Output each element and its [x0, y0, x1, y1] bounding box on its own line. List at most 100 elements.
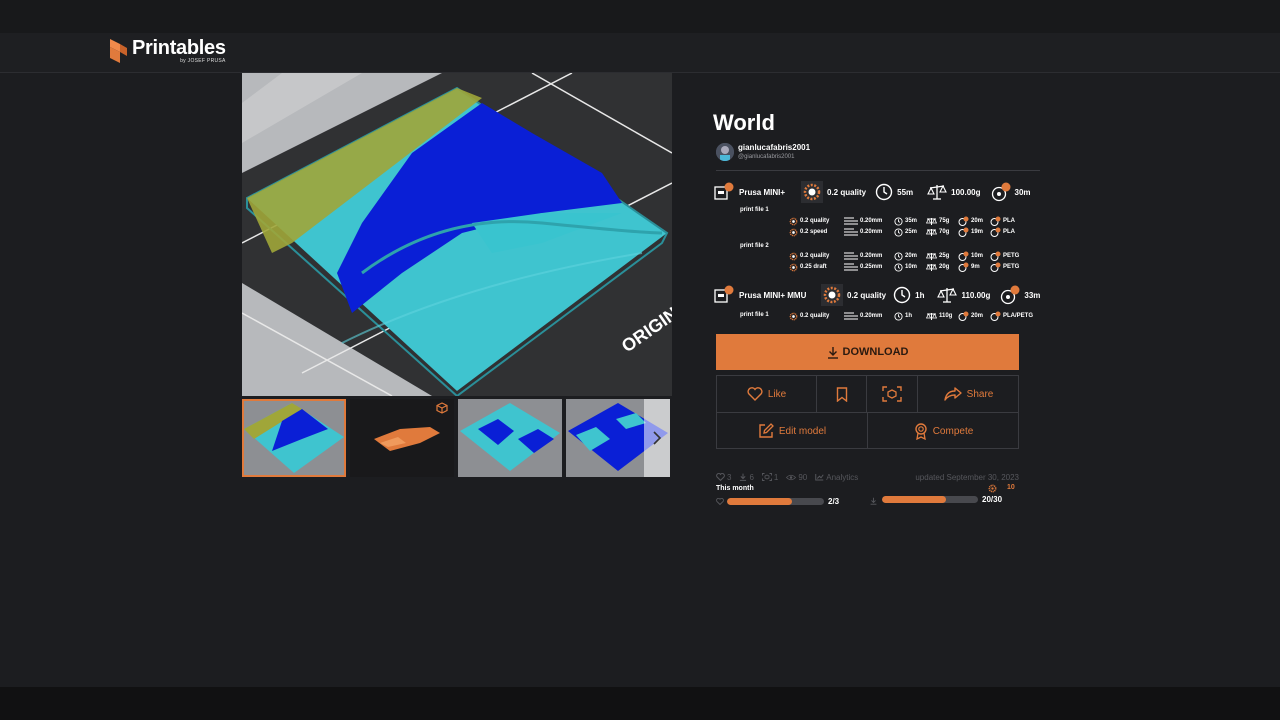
camera-3d-icon — [761, 473, 772, 481]
clock-icon — [894, 251, 903, 261]
downloads-progress-label: 20/30 — [982, 495, 1003, 504]
print-file-label: print file 2 — [740, 243, 769, 249]
filament-spool-icon — [958, 227, 969, 237]
file-material: PLA/PETG — [1003, 313, 1034, 319]
time-stat: 1h — [893, 286, 924, 304]
file-time: 20m — [905, 253, 918, 259]
print-file-line: 0.2 quality 0.20mm 35m 75g 20m PLA — [789, 216, 1015, 226]
analytics-link[interactable]: Analytics — [815, 473, 858, 482]
makes-stat: 1 — [761, 473, 778, 482]
filament-time-stat: 33m — [1000, 285, 1040, 305]
file-quality: 0.2 quality — [800, 218, 830, 224]
download-label: DOWNLOAD — [842, 346, 909, 358]
file-time: 35m — [905, 218, 918, 224]
author-handle: @gianlucafabris2001 — [738, 154, 795, 160]
quality-value: 0.2 quality — [827, 187, 867, 197]
material-icon — [990, 216, 1001, 226]
file-weight: 25g — [939, 253, 950, 259]
file-quality: 0.25 draft — [800, 264, 827, 270]
material-icon — [990, 262, 1001, 272]
divider — [716, 170, 1040, 171]
weight-value: 100.00g — [951, 187, 981, 197]
layer-height-icon — [844, 252, 858, 260]
quality-stat: 0.2 quality — [821, 284, 886, 306]
file-weight: 20g — [939, 264, 950, 270]
chart-icon — [815, 474, 824, 481]
print-file-line: 0.2 quality 0.20mm 20m 25g 10m PETG — [789, 251, 1019, 261]
print-file-line: 0.2 quality 0.20mm 1h 110g 20m PLA/PETG — [789, 311, 1033, 321]
share-button[interactable]: Share — [918, 376, 1019, 413]
download-icon — [740, 473, 747, 481]
thumbnail-next-button[interactable] — [644, 399, 670, 477]
file-material: PLA — [1003, 218, 1015, 224]
printables-logo[interactable]: Printables by JOSEF PRUSA — [108, 38, 226, 64]
time-stat: 55m — [875, 183, 913, 201]
quality-gear-icon — [789, 252, 798, 260]
main-model-image[interactable]: ORIGIN — [242, 73, 672, 396]
filament-time-stat: 30m — [991, 182, 1031, 202]
filament-spool-icon — [958, 251, 969, 261]
edit-model-button[interactable]: Edit model — [717, 413, 868, 449]
likes-progress-label: 2/3 — [828, 497, 840, 506]
layer-height-icon — [844, 312, 858, 320]
3d-cube-icon — [436, 402, 448, 414]
thumbnail-4[interactable] — [566, 399, 670, 477]
file-material: PETG — [1003, 264, 1020, 270]
file-material: PETG — [1003, 253, 1020, 259]
filament-spool-icon — [958, 216, 969, 226]
bookmark-button[interactable] — [817, 376, 867, 413]
printer-name: Prusa MINI+ — [739, 187, 786, 197]
filament-time-value: 30m — [1014, 187, 1031, 197]
like-label: Like — [767, 388, 787, 400]
heart-icon — [716, 498, 724, 505]
printables-logo-icon — [110, 39, 127, 63]
avatar[interactable] — [716, 143, 734, 161]
print-file-label: print file 1 — [740, 312, 769, 318]
thumbnail-1[interactable] — [242, 399, 346, 477]
thumbnail-image — [458, 399, 562, 477]
author-block[interactable]: gianlucafabris2001 @gianlucafabris2001 — [716, 143, 810, 161]
clock-icon — [893, 286, 911, 304]
downloads-progress-bar — [882, 496, 978, 503]
quality-gear-icon — [789, 312, 798, 320]
file-layer: 0.20mm — [860, 218, 883, 224]
like-button[interactable]: Like — [717, 376, 817, 413]
file-filament-time: 20m — [971, 218, 984, 224]
filament-spool-icon — [991, 182, 1010, 202]
stats-row: 3 6 1 90 Analytics updated September 30,… — [716, 472, 1019, 482]
updated-date: updated September 30, 2023 — [915, 472, 1019, 482]
model-render-image: ORIGIN — [242, 73, 672, 396]
file-layer: 0.20mm — [860, 229, 883, 235]
clock-icon — [894, 216, 903, 226]
thumbnail-2[interactable] — [350, 399, 454, 477]
thumbnail-image — [242, 399, 346, 477]
filament-spool-icon — [958, 311, 969, 321]
file-layer: 0.20mm — [860, 253, 883, 259]
author-name[interactable]: gianlucafabris2001 — [738, 143, 810, 153]
logo-subtitle: by JOSEF PRUSA — [180, 58, 226, 64]
file-layer: 0.25mm — [860, 264, 883, 270]
download-button[interactable]: DOWNLOAD — [716, 334, 1019, 370]
weight-value: 110.00g — [961, 290, 991, 300]
time-value: 1h — [915, 290, 925, 300]
downloads-count: 6 — [749, 472, 754, 482]
file-filament-time: 19m — [971, 229, 984, 235]
compete-button[interactable]: Compete — [868, 413, 1019, 449]
file-filament-time: 20m — [971, 313, 984, 319]
thumbnail-strip — [242, 399, 672, 477]
make-button[interactable] — [867, 376, 918, 413]
weight-stat: 100.00g — [927, 183, 981, 201]
clock-icon — [894, 227, 903, 237]
file-quality: 0.2 speed — [800, 229, 828, 235]
print-file-line: 0.2 speed 0.20mm 25m 70g 19m PLA — [789, 227, 1015, 237]
material-icon — [990, 311, 1001, 321]
download-icon — [827, 346, 838, 359]
clock-icon — [894, 262, 903, 272]
compete-label: Compete — [932, 425, 974, 437]
file-quality: 0.2 quality — [800, 253, 830, 259]
likes-stat: 3 — [716, 473, 731, 482]
award-icon — [915, 422, 927, 440]
thumbnail-3[interactable] — [458, 399, 562, 477]
download-icon — [870, 497, 877, 505]
printer-name: Prusa MINI+ MMU — [739, 290, 807, 300]
